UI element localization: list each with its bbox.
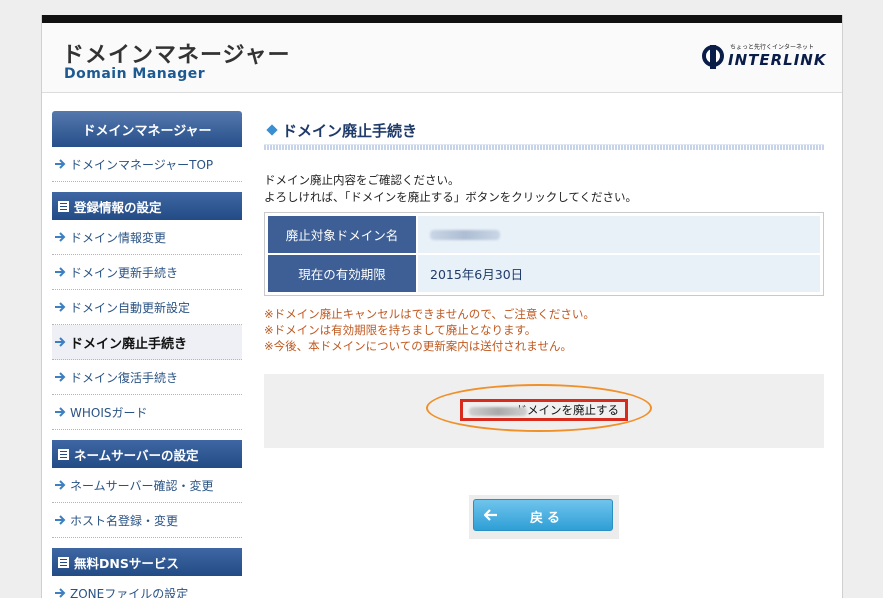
sidebar-item-domain-restore[interactable]: ドメイン復活手続き (52, 360, 242, 395)
arrow-right-icon (55, 372, 66, 382)
list-icon (58, 556, 69, 568)
caution-note: ※ドメインは有効期限を持ちまして廃止となります。 (264, 323, 537, 337)
diamond-icon (266, 124, 278, 136)
sidebar-item-label: ドメイン更新手続き (70, 265, 179, 280)
domain-info-table: 廃止対象ドメイン名 現在の有効期限 2015年6月30日 (264, 212, 824, 296)
arrow-right-icon (55, 588, 66, 598)
page-title-text: ドメイン廃止手続き (282, 121, 418, 140)
table-row: 現在の有効期限 2015年6月30日 (268, 255, 820, 292)
intro-line: ドメイン廃止内容をご確認ください。 (264, 173, 460, 187)
sidebar-section-nameserver: ネームサーバーの設定 (52, 440, 242, 468)
caution-notes: ※ドメイン廃止キャンセルはできませんので、ご注意ください。 ※ドメインは有効期限… (264, 306, 824, 354)
page-title: ドメイン廃止手続き (264, 119, 824, 141)
sidebar-item-domain-info[interactable]: ドメイン情報変更 (52, 220, 242, 255)
back-button-wrap: 戻る (469, 495, 619, 539)
intro-text: ドメイン廃止内容をご確認ください。 よろしければ、「ドメインを廃止する」ボタンを… (264, 172, 824, 206)
arrow-right-icon (55, 232, 66, 242)
top-bar (42, 15, 842, 23)
caution-note: ※ドメイン廃止キャンセルはできませんので、ご注意ください。 (264, 307, 595, 321)
confirm-area: ドメインを廃止する (264, 374, 824, 448)
table-row: 廃止対象ドメイン名 (268, 216, 820, 253)
logo-title-jp: ドメインマネージャー (62, 43, 291, 68)
section-label: ネームサーバーの設定 (74, 447, 199, 463)
page-frame: ドメインマネージャー Domain Manager ちょっと先行くインターネット… (41, 15, 843, 598)
back-button-label: 戻る (530, 511, 565, 526)
redacted-domain (430, 229, 500, 240)
arrow-right-icon (55, 267, 66, 277)
arrow-right-icon (55, 159, 66, 169)
sidebar-item-domain-renewal[interactable]: ドメイン更新手続き (52, 255, 242, 290)
sidebar-item-host-register[interactable]: ホスト名登録・変更 (52, 503, 242, 538)
arrow-right-icon (55, 407, 66, 417)
abolish-button-label: ドメインを廃止する (515, 403, 620, 417)
sidebar-item-label: ドメイン自動更新設定 (70, 300, 191, 315)
sidebar-item-zone-file[interactable]: ZONEファイルの設定 (52, 576, 242, 598)
sidebar-section-registration: 登録情報の設定 (52, 192, 242, 220)
sidebar-item-label: ドメインマネージャーTOP (70, 157, 214, 172)
list-icon (58, 448, 69, 460)
section-label: 無料DNSサービス (74, 555, 179, 571)
sidebar-item-label: WHOISガード (70, 405, 148, 420)
sidebar-item-label: ネームサーバー確認・変更 (70, 478, 214, 493)
arrow-right-icon (55, 302, 66, 312)
logo-title-en: Domain Manager (64, 66, 206, 82)
sidebar-item-domain-abolish[interactable]: ドメイン廃止手続き (52, 325, 242, 360)
back-button[interactable]: 戻る (473, 499, 613, 531)
abolish-domain-button[interactable]: ドメインを廃止する (460, 399, 628, 421)
brand-logo[interactable]: ちょっと先行くインターネット INTERLINK (700, 41, 830, 71)
sidebar-section-dns: 無料DNSサービス (52, 548, 242, 576)
title-divider (264, 144, 824, 150)
arrow-left-icon (484, 509, 497, 521)
interlink-logo-icon (702, 45, 724, 69)
arrow-right-icon (55, 480, 66, 490)
sidebar: ドメインマネージャー ドメインマネージャーTOP 登録情報の設定 ドメイン情報変… (52, 111, 242, 598)
sidebar-item-label: ドメイン廃止手続き (70, 336, 188, 352)
arrow-right-icon (55, 337, 66, 347)
redacted-domain (469, 407, 527, 416)
sidebar-item-label: ドメイン情報変更 (70, 230, 167, 245)
sidebar-item-auto-renewal[interactable]: ドメイン自動更新設定 (52, 290, 242, 325)
sidebar-item-whois-guard[interactable]: WHOISガード (52, 395, 242, 430)
list-icon (58, 200, 69, 212)
expiry-value: 2015年6月30日 (418, 255, 820, 292)
header: ドメインマネージャー Domain Manager ちょっと先行くインターネット… (42, 23, 842, 93)
sidebar-item-top[interactable]: ドメインマネージャーTOP (52, 147, 242, 182)
caution-note: ※今後、本ドメインについての更新案内は送付されません。 (264, 339, 572, 353)
main-content: ドメイン廃止手続き ドメイン廃止内容をご確認ください。 よろしければ、「ドメイン… (264, 119, 824, 539)
brand-name: INTERLINK (728, 51, 827, 69)
section-label: 登録情報の設定 (74, 199, 162, 215)
sidebar-item-nameserver-check[interactable]: ネームサーバー確認・変更 (52, 468, 242, 503)
sidebar-title: ドメインマネージャー (52, 111, 242, 147)
domain-name-value (418, 216, 820, 253)
brand-tagline: ちょっと先行くインターネット (730, 44, 815, 51)
domain-name-label: 廃止対象ドメイン名 (268, 216, 416, 253)
sidebar-item-label: ZONEファイルの設定 (70, 586, 189, 598)
sidebar-item-label: ホスト名登録・変更 (70, 513, 179, 528)
sidebar-item-label: ドメイン復活手続き (70, 370, 179, 385)
expiry-label: 現在の有効期限 (268, 255, 416, 292)
arrow-right-icon (55, 515, 66, 525)
intro-line: よろしければ、「ドメインを廃止する」ボタンをクリックしてください。 (264, 190, 638, 204)
